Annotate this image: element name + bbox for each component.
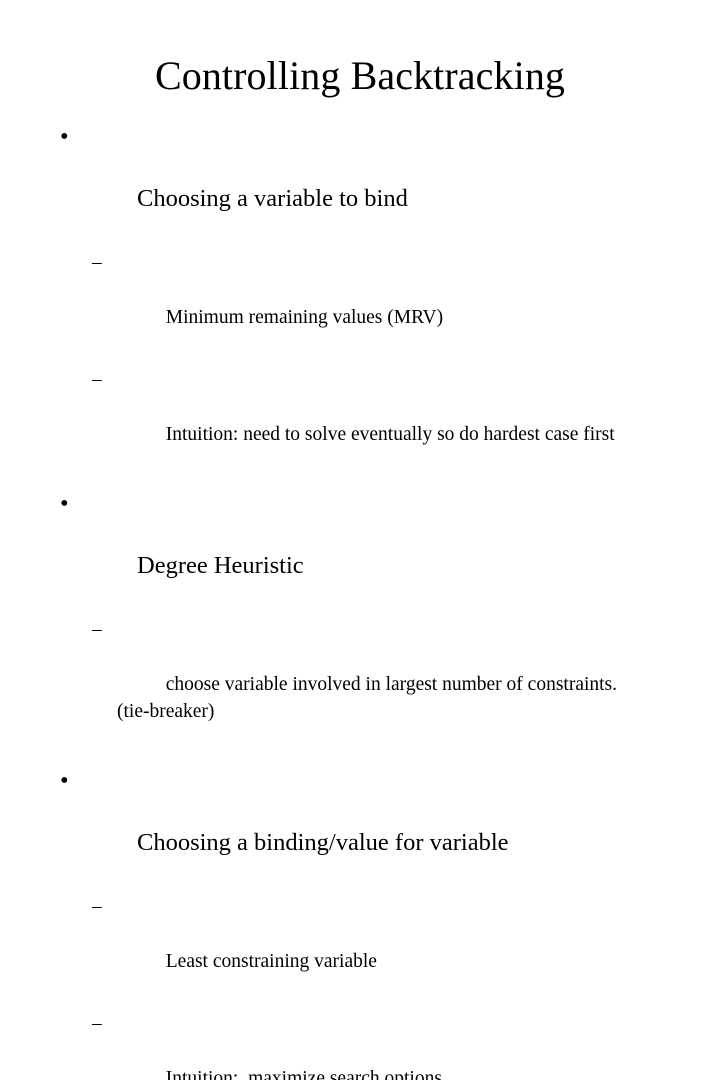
bullet-level2-intuition-maximize-search-options: – Intuition: maximize search options [0, 1010, 720, 1080]
bullet-level1-choosing-a-binding-value: • Choosing a binding/value for variable [0, 765, 720, 889]
bullet-group-2: • Degree Heuristic – choose variable inv… [0, 488, 720, 754]
slide-body: • Choosing a variable to bind – Minimum … [0, 121, 720, 1080]
bullet-level1-label: Choosing a variable to bind [137, 185, 408, 212]
sub-bullet-list-3: – Least constraining variable – Intuitio… [0, 893, 720, 1080]
bullet-level2-label: Intuition: need to solve eventually so d… [166, 424, 615, 445]
bullet-level2-label: Minimum remaining values (MRV) [166, 307, 443, 328]
bullet-level2-choose-variable-largest-number: – choose variable involved in largest nu… [0, 616, 720, 754]
bullet-level2-label: Least constraining variable [166, 951, 377, 972]
bullet-dash-icon: – [92, 1010, 102, 1038]
slide: Controlling Backtracking • Choosing a va… [0, 0, 720, 540]
bullet-level1-label: Choosing a binding/value for variable [137, 829, 509, 856]
bullet-dot-icon: • [60, 121, 69, 152]
bullet-dot-icon: • [60, 765, 69, 796]
bullet-dot-icon: • [60, 488, 69, 519]
bullet-level2-minimum-remaining-values: – Minimum remaining values (MRV) [0, 249, 720, 359]
bullet-dash-icon: – [92, 616, 102, 644]
bullet-level1-label: Degree Heuristic [137, 552, 304, 579]
page-title: Controlling Backtracking [36, 52, 684, 100]
sub-bullet-list-2: – choose variable involved in largest nu… [0, 616, 720, 754]
bullet-level1-choosing-a-variable-to-bind: • Choosing a variable to bind [0, 121, 720, 245]
bullet-group-3: • Choosing a binding/value for variable … [0, 765, 720, 1080]
bullet-group-1: • Choosing a variable to bind – Minimum … [0, 121, 720, 476]
bullet-dash-icon: – [92, 249, 102, 277]
bullet-dash-icon: – [92, 366, 102, 394]
bullet-level1-degree-heuristic: • Degree Heuristic [0, 488, 720, 612]
bullet-dash-icon: – [92, 893, 102, 921]
sub-bullet-list-1: – Minimum remaining values (MRV) – Intui… [0, 249, 720, 476]
bullet-level2-label: choose variable involved in largest numb… [117, 674, 627, 723]
bullet-level2-intuition-hardest-case: – Intuition: need to solve eventually so… [0, 366, 720, 476]
bullet-level2-least-constraining-variable: – Least constraining variable [0, 893, 720, 1003]
bullet-level2-label: Intuition: maximize search options [166, 1068, 442, 1080]
